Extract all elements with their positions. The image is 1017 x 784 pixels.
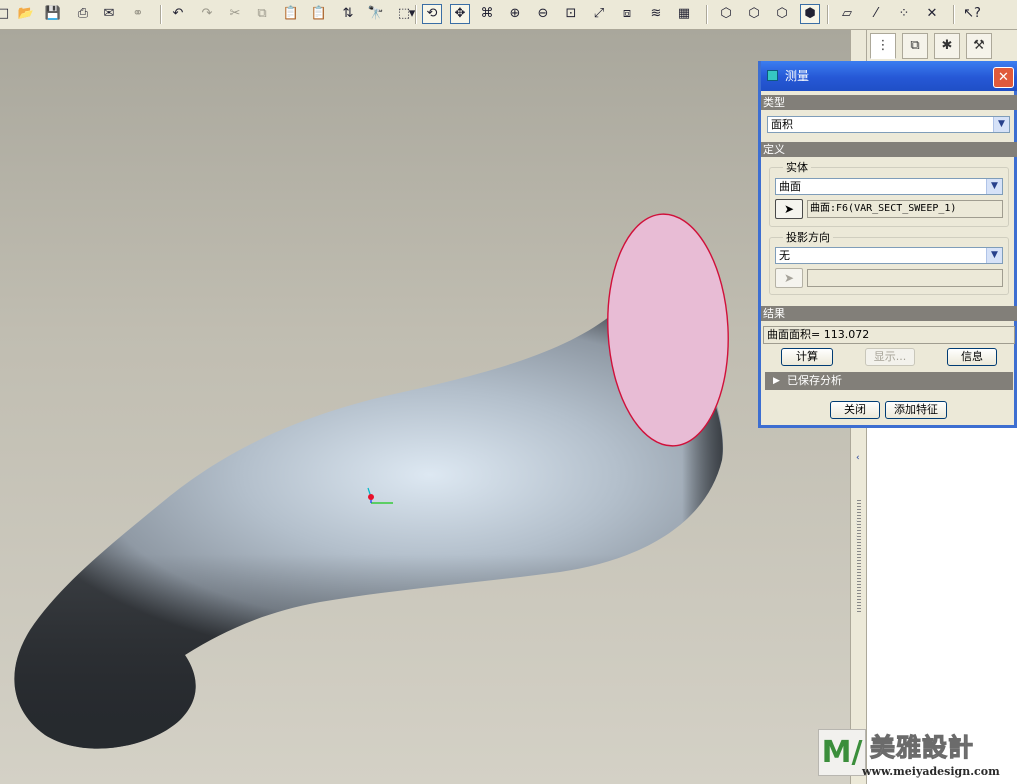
saved-views-icon[interactable]: ⧈ [617,4,637,24]
type-dropdown[interactable]: 面积 ▼ [767,116,1010,133]
datum-points-icon[interactable]: ⁘ [894,4,914,24]
navigator-tabs: ⋮ ⧉ ✱ ⚒ [867,30,1017,63]
find-icon[interactable]: 🔭 [366,4,386,24]
toolbar-separator [160,5,162,24]
projection-dropdown[interactable]: 无 ▼ [775,247,1003,264]
toolbar-separator [953,5,955,24]
projection-select-button[interactable]: ➤ [775,268,803,288]
show-button[interactable]: 显示... [865,348,915,366]
measure-dialog: 测量 ✕ 类型 面积 ▼ 定义 实体 曲面 ▼ ➤ 曲面:F6(VAR_SECT… [758,61,1017,428]
spin-center-icon[interactable]: ✥ [450,4,470,24]
toolbar-separator [706,5,708,24]
chevron-down-icon[interactable]: ▼ [986,179,1002,194]
tube-model[interactable] [0,30,850,784]
context-help-icon[interactable]: ↖? [962,4,982,24]
undo-icon[interactable]: ↶ [168,4,188,24]
save-icon[interactable]: 💾 [43,4,63,24]
email-icon[interactable]: ✉ [99,4,119,24]
entity-select-button[interactable]: ➤ [775,199,803,219]
chevron-down-icon[interactable]: ▼ [986,248,1002,263]
projection-value: 无 [779,249,790,262]
entity-type-dropdown[interactable]: 曲面 ▼ [775,178,1003,195]
folder-browser-tab-icon[interactable]: ⧉ [902,33,928,59]
favorites-tab-icon[interactable]: ✱ [934,33,960,59]
arrow-cursor-icon: ➤ [783,202,795,216]
redo-icon[interactable]: ↷ [197,4,217,24]
dialog-titlebar[interactable]: 测量 ✕ [761,61,1017,91]
watermark-url: www.meiyadesign.com [862,765,1000,778]
measure-app-icon [767,70,778,81]
layers-icon[interactable]: ≋ [646,4,666,24]
entity-group-label: 实体 [783,161,811,174]
collapse-left-icon[interactable]: ‹ [856,454,861,463]
watermark-logo-m: M [821,735,852,770]
orient-mode-icon[interactable]: ⌘ [477,4,497,24]
compute-button[interactable]: 计算 [781,348,833,366]
section-result-header: 结果 [761,306,1017,321]
datum-axes-icon[interactable]: ⁄ [866,4,886,24]
coord-sys-icon[interactable]: ✕ [922,4,942,24]
entity-selection-field[interactable]: 曲面:F6(VAR_SECT_SWEEP_1) [807,200,1003,218]
expand-triangle-icon: ▶ [773,376,780,386]
watermark-logo: M/ [818,729,866,776]
refit-icon[interactable]: ⊡ [561,4,581,24]
toolbar-separator [415,5,417,24]
copy-icon[interactable]: ⧉ [252,4,272,24]
chevron-down-icon[interactable]: ▼ [993,117,1009,132]
wireframe-icon[interactable]: ⬡ [716,4,736,24]
watermark-text: 美雅設計 [869,733,975,763]
projection-selection-field[interactable] [807,269,1003,287]
datum-planes-icon[interactable]: ▱ [837,4,857,24]
connections-tab-icon[interactable]: ⚒ [966,33,992,59]
type-dropdown-value: 面积 [771,118,793,131]
dialog-close-button[interactable]: ✕ [993,67,1014,88]
shading-icon[interactable]: ⬢ [800,4,820,24]
triad-origin [368,494,374,500]
entity-type-value: 曲面 [779,180,801,193]
arrow-cursor-icon: ➤ [783,271,795,285]
result-value: 曲面面积= 113.072 [763,326,1015,344]
email-link-icon[interactable]: ⚭ [128,4,148,24]
redraw-icon[interactable]: ⟲ [422,4,442,24]
main-toolbar: □ 📂 💾 ⎙ ✉ ⚭ ↶ ↷ ✂ ⧉ 📋 📋 ⇅ 🔭 ⬚ ▾ ⟲ ✥ ⌘ ⊕ ⊖ ⊡ ⤢ ⧈ ≋ ▦ ⬡ ⬡ ⬡ ⬢ ▱ ⁄ ⁘ ✕ ↖? [0,0,1017,30]
watermark: M/ 美雅設計 www.meiyadesign.com [818,729,1017,784]
new-icon[interactable]: □ [0,4,13,24]
view-manager-icon[interactable]: ▦ [674,4,694,24]
open-icon[interactable]: 📂 [16,4,36,24]
toolbar-separator [827,5,829,24]
entity-group [769,167,1009,227]
close-button[interactable]: 关闭 [830,401,880,419]
projection-group-label: 投影方向 [783,231,833,244]
graphics-viewport[interactable] [0,30,850,784]
saved-analysis-bar[interactable]: ▶ 已保存分析 [765,372,1013,390]
info-button[interactable]: 信息 [947,348,997,366]
regenerate-icon[interactable]: ⇅ [338,4,358,24]
zoom-in-icon[interactable]: ⊕ [505,4,525,24]
dialog-title: 测量 [785,69,810,83]
print-icon[interactable]: ⎙ [73,4,93,24]
paste-special-icon[interactable]: 📋 [309,4,329,24]
splitter-grip[interactable] [857,500,861,612]
section-definition-header: 定义 [761,142,1017,157]
add-feature-button[interactable]: 添加特征 [885,401,947,419]
no-hidden-icon[interactable]: ⬡ [772,4,792,24]
section-type-header: 类型 [761,95,1017,110]
saved-analysis-label: 已保存分析 [787,374,842,387]
reorient-icon[interactable]: ⤢ [589,4,609,24]
model-tree-tab-icon[interactable]: ⋮ [870,33,896,59]
hidden-line-icon[interactable]: ⬡ [744,4,764,24]
paste-icon[interactable]: 📋 [281,4,301,24]
zoom-out-icon[interactable]: ⊖ [533,4,553,24]
watermark-logo-slash: / [851,735,863,770]
cut-icon[interactable]: ✂ [225,4,245,24]
